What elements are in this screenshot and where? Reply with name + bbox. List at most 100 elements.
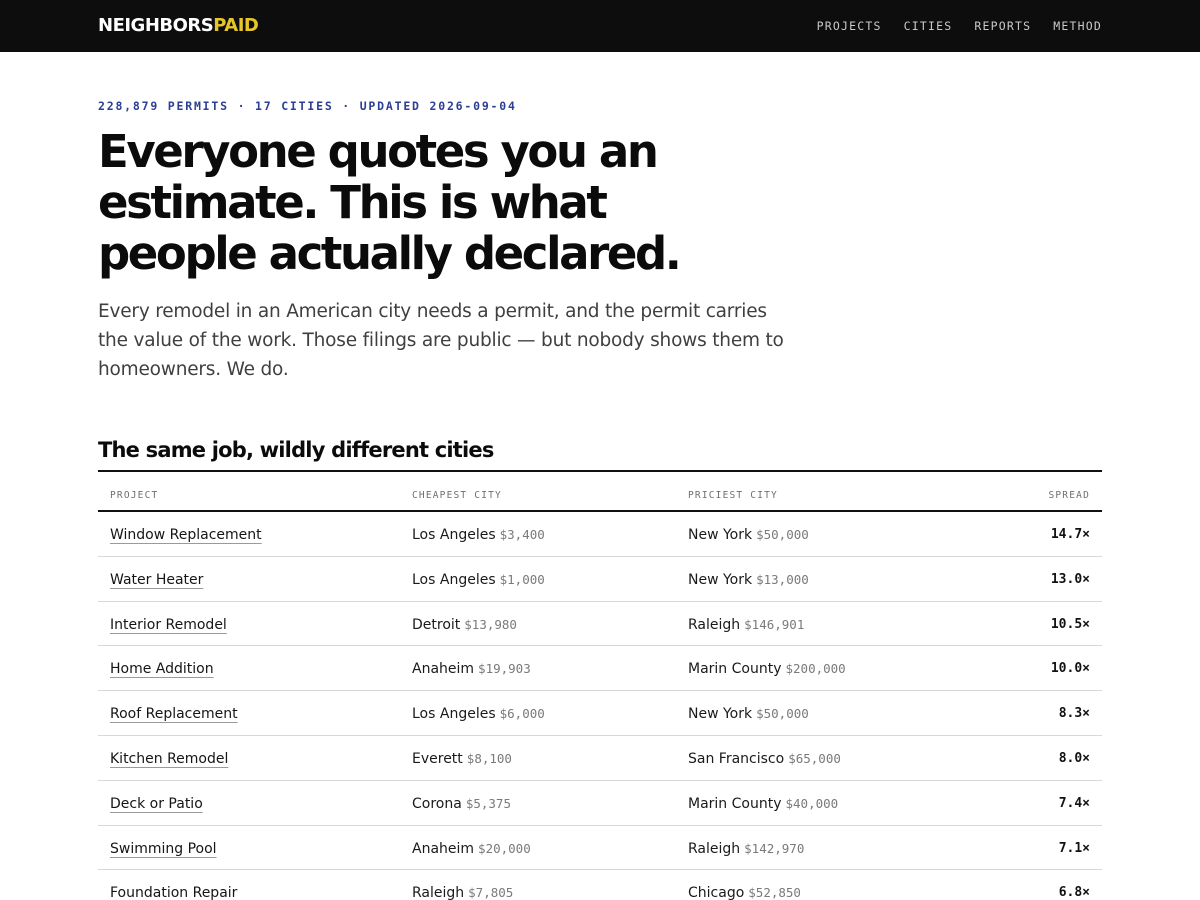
dataset-meta: 228,879 PERMITS · 17 CITIES · UPDATED 20… (98, 99, 517, 113)
spread-value: 14.7× (1050, 527, 1090, 542)
cheapest-city-name: Anaheim (412, 661, 475, 678)
priciest-city-price: $142,970 (744, 840, 805, 856)
cheapest-city-price: $5,375 (465, 795, 511, 811)
priciest-city-cell: Chicago $52,850 (688, 884, 801, 900)
project-link[interactable]: Foundation Repair (110, 885, 237, 900)
project-cell: Roof Replacement (110, 705, 238, 723)
priciest-city-name: Raleigh (688, 840, 741, 857)
project-cell: Home Addition (110, 660, 214, 678)
project-link[interactable]: Roof Replacement (110, 706, 238, 722)
cheapest-city-price: $6,000 (499, 706, 545, 722)
priciest-city-price: $50,000 (756, 527, 809, 542)
table-header: PROJECT CHEAPEST CITY PRICIEST CITY SPRE… (98, 472, 1102, 512)
priciest-city-cell: Raleigh $142,970 (688, 840, 804, 858)
priciest-city-cell: New York $50,000 (688, 705, 809, 723)
cheapest-city-name: Los Angeles (412, 571, 496, 588)
project-cell: Swimming Pool (110, 840, 217, 858)
priciest-city-name: San Francisco (688, 750, 785, 767)
spread-value: 10.0× (1050, 661, 1090, 677)
cheapest-city-price: $7,805 (468, 885, 514, 900)
nav-cities[interactable]: CITIES (904, 19, 953, 33)
priciest-city-price: $13,000 (756, 571, 809, 587)
priciest-city-name: Marin County (688, 795, 782, 812)
cheapest-city-name: Los Angeles (412, 527, 496, 543)
project-cell: Interior Remodel (110, 616, 227, 634)
project-cell: Foundation Repair (110, 884, 237, 900)
cheapest-city-cell: Los Angeles $1,000 (412, 571, 545, 589)
project-link[interactable]: Window Replacement (110, 527, 262, 543)
priciest-city-name: Marin County (688, 661, 782, 678)
priciest-city-price: $146,901 (744, 616, 805, 632)
nav-projects[interactable]: PROJECTS (817, 19, 882, 33)
col-project: PROJECT (110, 490, 159, 501)
table-row: Deck or Patio Corona $5,375 Marin County $40… (98, 781, 1102, 826)
table-row: Roof Replacement Los Angeles $6,000 New Yor… (98, 691, 1102, 736)
cheapest-city-cell: Raleigh $7,805 (412, 884, 513, 900)
spread-value: 7.4× (1058, 795, 1090, 811)
spread-value: 8.0× (1058, 750, 1090, 766)
priciest-city-cell: New York $50,000 (688, 526, 809, 544)
table-body: Window Replacement Los Angeles $3,400 New Y… (98, 512, 1102, 900)
spread-value: 8.3× (1058, 706, 1090, 722)
table-row: Interior Remodel Detroit $13,980 Raleigh $14… (98, 602, 1102, 647)
priciest-city-cell: San Francisco $65,000 (688, 750, 841, 768)
cheapest-city-name: Detroit (412, 616, 461, 633)
cheapest-city-price: $8,100 (466, 750, 512, 766)
nav-reports[interactable]: REPORTS (974, 19, 1031, 33)
cheapest-city-price: $19,903 (478, 661, 531, 677)
cheapest-city-cell: Los Angeles $6,000 (412, 705, 545, 723)
spread-value: 10.5× (1050, 616, 1090, 632)
project-cell: Deck or Patio (110, 795, 203, 813)
city-comparison-table: PROJECT CHEAPEST CITY PRICIEST CITY SPRE… (98, 470, 1102, 900)
cheapest-city-cell: Corona $5,375 (412, 795, 511, 813)
col-spread: SPREAD (1048, 490, 1090, 501)
table-row: Water Heater Los Angeles $1,000 New York $13… (98, 557, 1102, 602)
project-link[interactable]: Water Heater (110, 572, 203, 588)
priciest-city-price: $52,850 (748, 885, 801, 900)
cheapest-city-price: $20,000 (478, 840, 531, 856)
priciest-city-price: $200,000 (785, 661, 846, 677)
cheapest-city-name: Everett (412, 750, 463, 767)
cheapest-city-cell: Detroit $13,980 (412, 616, 517, 634)
priciest-city-name: New York (688, 571, 753, 588)
cheapest-city-price: $3,400 (499, 527, 545, 542)
project-cell: Water Heater (110, 571, 203, 589)
project-link[interactable]: Kitchen Remodel (110, 751, 228, 767)
priciest-city-name: New York (688, 527, 753, 543)
project-cell: Kitchen Remodel (110, 750, 228, 768)
cheapest-city-cell: Everett $8,100 (412, 750, 512, 768)
comparison-title: The same job, wildly different cities (98, 438, 494, 462)
table-row: Foundation Repair Raleigh $7,805 Chicago $52… (98, 870, 1102, 900)
table-row: Home Addition Anaheim $19,903 Marin County $… (98, 646, 1102, 692)
logo-neighbors: NEIGHBORS (98, 15, 214, 36)
priciest-city-price: $40,000 (785, 795, 839, 811)
table-row: Window Replacement Los Angeles $3,400 New Y… (98, 512, 1102, 557)
col-cheapest-city: CHEAPEST CITY (412, 490, 502, 501)
col-priciest-city: PRICIEST CITY (688, 490, 778, 501)
priciest-city-name: Chicago (688, 885, 745, 900)
intro-paragraph: Every remodel in an American city needs … (98, 301, 784, 380)
cheapest-city-cell: Los Angeles $3,400 (412, 526, 545, 544)
spread-value: 13.0× (1050, 571, 1090, 587)
project-link[interactable]: Interior Remodel (110, 617, 227, 633)
project-link[interactable]: Home Addition (110, 661, 214, 677)
site-logo[interactable]: NEIGHBORSPAID (98, 15, 259, 37)
priciest-city-price: $50,000 (756, 706, 809, 722)
priciest-city-cell: Marin County $40,000 (688, 795, 838, 813)
table-row: Swimming Pool Anaheim $20,000 Raleigh $142,9… (98, 826, 1102, 871)
top-navigation-bar: NEIGHBORSPAID PROJECTS CITIES REPORTS ME… (0, 0, 1200, 52)
priciest-city-price: $65,000 (788, 750, 841, 766)
main-nav: PROJECTS CITIES REPORTS METHOD (817, 19, 1102, 33)
cheapest-city-cell: Anaheim $20,000 (412, 840, 531, 858)
project-link[interactable]: Swimming Pool (110, 841, 217, 857)
cheapest-city-name: Corona (412, 795, 462, 812)
priciest-city-cell: Marin County $200,000 (688, 660, 846, 678)
cheapest-city-name: Raleigh (412, 885, 465, 900)
project-link[interactable]: Deck or Patio (110, 796, 203, 812)
cheapest-city-price: $13,980 (464, 616, 517, 632)
nav-method[interactable]: METHOD (1053, 19, 1102, 33)
table-row: Kitchen Remodel Everett $8,100 San Francisc… (98, 736, 1102, 781)
cheapest-city-price: $1,000 (499, 571, 545, 587)
priciest-city-cell: New York $13,000 (688, 571, 809, 589)
cheapest-city-name: Anaheim (412, 840, 475, 857)
